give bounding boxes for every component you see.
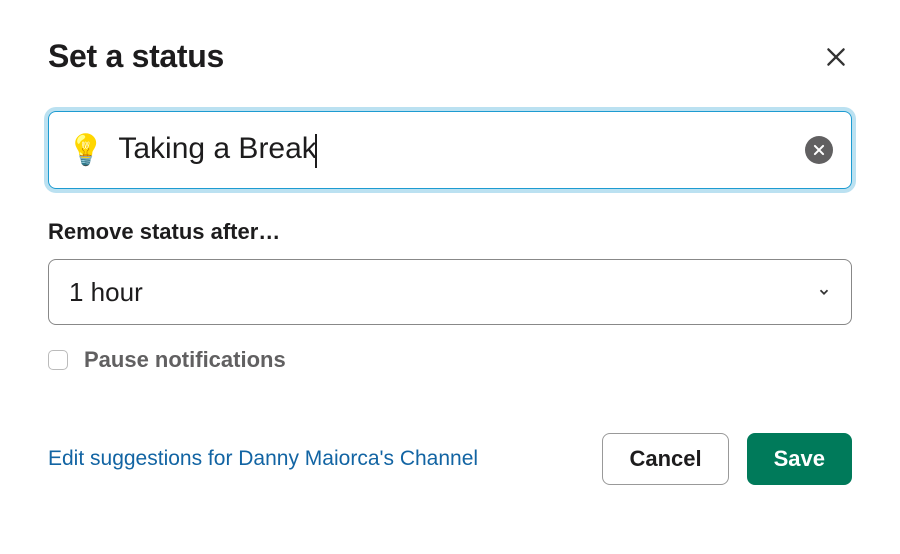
duration-selected-value: 1 hour bbox=[69, 277, 143, 308]
dialog-header: Set a status bbox=[48, 38, 852, 75]
clear-status-button[interactable] bbox=[805, 136, 833, 164]
dialog-title: Set a status bbox=[48, 38, 224, 75]
cancel-button[interactable]: Cancel bbox=[602, 433, 728, 485]
edit-suggestions-link[interactable]: Edit suggestions for Danny Maiorca's Cha… bbox=[48, 447, 478, 471]
chevron-down-icon bbox=[817, 285, 831, 299]
save-button[interactable]: Save bbox=[747, 433, 852, 485]
pause-notifications-row: Pause notifications bbox=[48, 347, 852, 373]
duration-select[interactable]: 1 hour bbox=[48, 259, 852, 325]
close-button[interactable] bbox=[820, 41, 852, 73]
remove-status-label: Remove status after… bbox=[48, 219, 852, 245]
text-cursor bbox=[315, 134, 317, 168]
status-input[interactable]: 💡 Taking a Break bbox=[48, 111, 852, 189]
x-icon bbox=[812, 143, 826, 157]
pause-notifications-label: Pause notifications bbox=[84, 347, 286, 373]
light-bulb-icon[interactable]: 💡 bbox=[67, 133, 104, 168]
close-icon bbox=[823, 44, 849, 70]
pause-notifications-checkbox[interactable] bbox=[48, 350, 68, 370]
button-group: Cancel Save bbox=[602, 433, 852, 485]
status-text-value: Taking a Break bbox=[118, 132, 316, 165]
status-text-field[interactable]: Taking a Break bbox=[118, 132, 805, 167]
dialog-footer: Edit suggestions for Danny Maiorca's Cha… bbox=[48, 433, 852, 485]
